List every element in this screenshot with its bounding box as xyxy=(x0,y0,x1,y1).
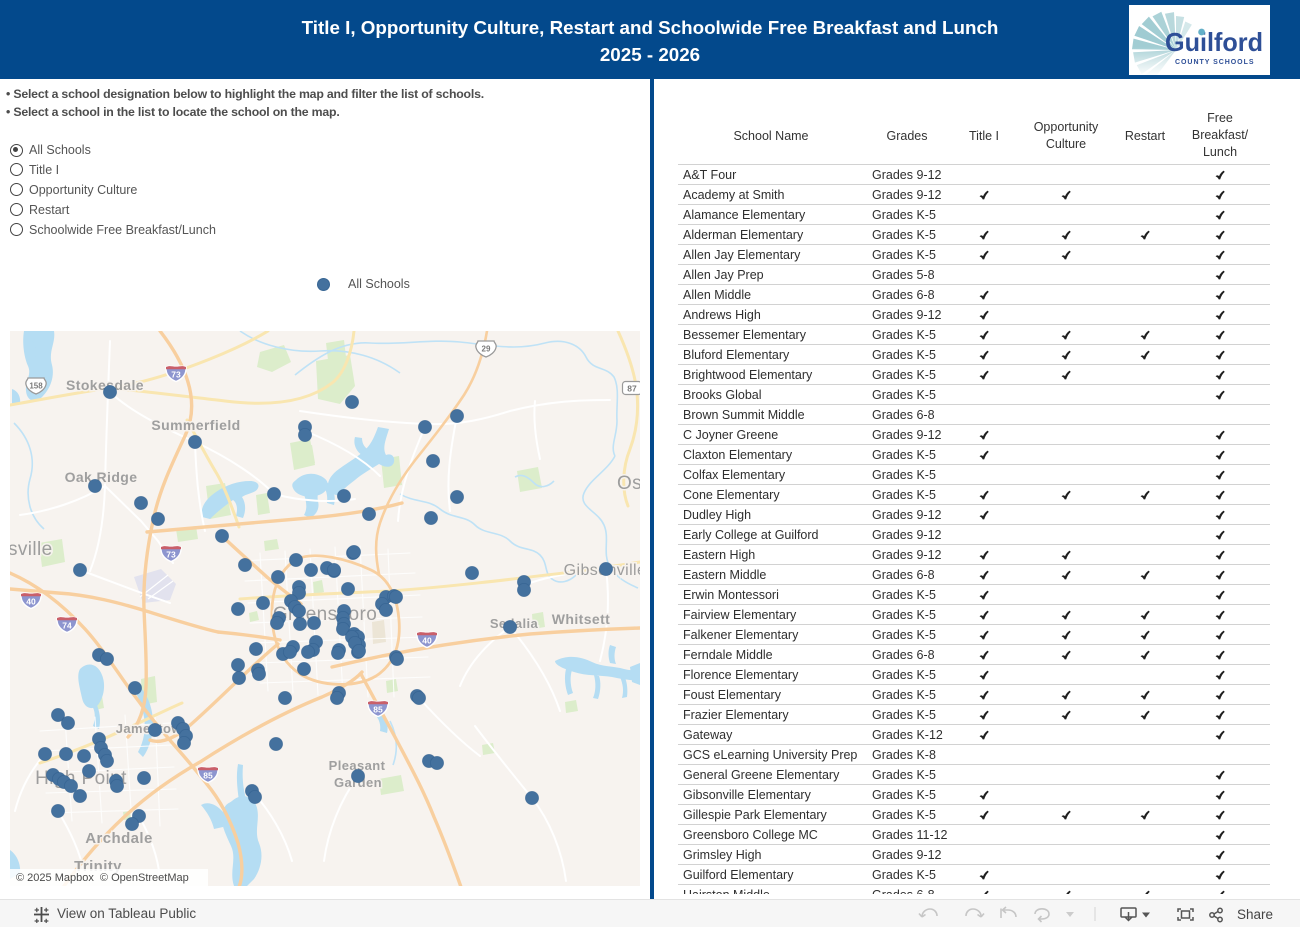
svg-text:Share: Share xyxy=(1237,907,1273,922)
svg-text:COUNTY SCHOOLS: COUNTY SCHOOLS xyxy=(1175,59,1255,66)
svg-text:Archdale: Archdale xyxy=(85,830,152,847)
svg-text:158: 158 xyxy=(29,382,43,391)
svg-text:Whitsett: Whitsett xyxy=(552,611,610,627)
svg-text:85: 85 xyxy=(373,705,383,715)
svg-text:74: 74 xyxy=(62,621,72,631)
svg-text:© 2025 Mapbox © OpenStreetMap: © 2025 Mapbox © OpenStreetMap xyxy=(16,872,189,884)
svg-text:73: 73 xyxy=(171,370,181,380)
svg-text:sville: sville xyxy=(10,539,53,560)
svg-text:Guilford: Guilford xyxy=(1165,27,1263,57)
svg-text:Oss: Oss xyxy=(617,473,640,494)
svg-text:73: 73 xyxy=(166,550,176,560)
svg-text:87: 87 xyxy=(627,384,637,394)
svg-text:29: 29 xyxy=(482,345,491,354)
svg-text:40: 40 xyxy=(422,636,432,646)
svg-text:85: 85 xyxy=(203,771,213,781)
svg-text:40: 40 xyxy=(26,597,36,607)
svg-text:Summerfield: Summerfield xyxy=(151,417,240,433)
